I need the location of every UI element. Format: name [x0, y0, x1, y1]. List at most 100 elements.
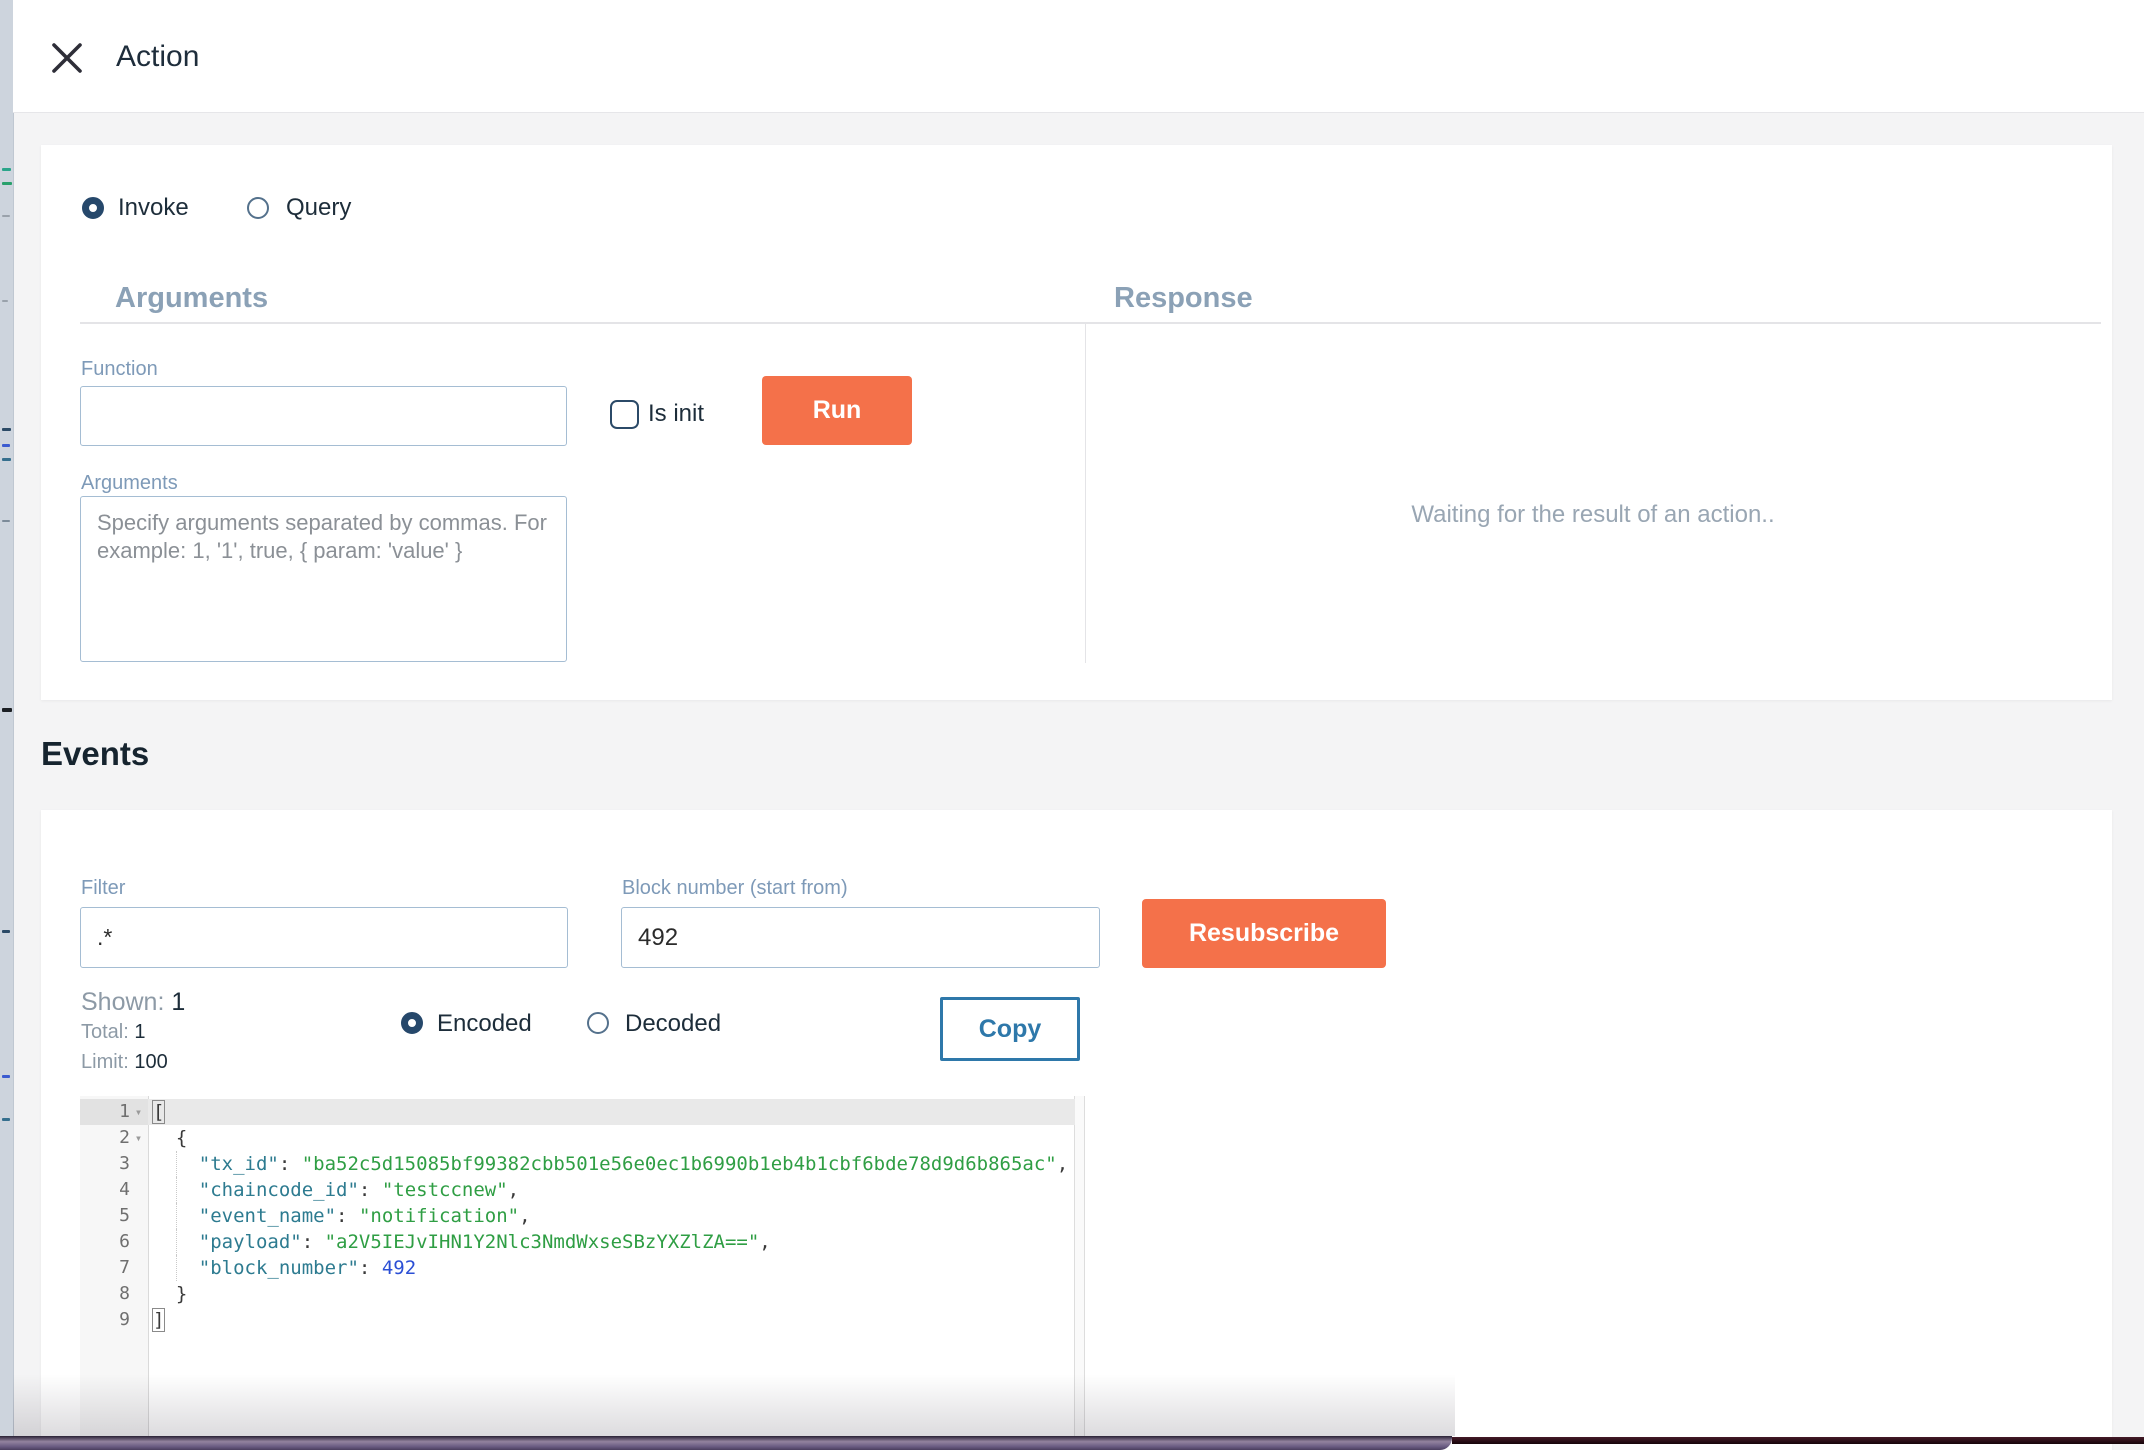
code-line[interactable]: 8 } [80, 1281, 1075, 1307]
code-line[interactable]: 9] [80, 1307, 1075, 1333]
line-number: 7 [119, 1257, 130, 1278]
events-code-editor[interactable]: 1 ▾[2 ▾ {3 "tx_id": "ba52c5d15085bf99382cb… [80, 1096, 1085, 1438]
code-token: "a2V5IEJvIHN1Y2Nlc3NmdWxseSBzYXZlZA==" [324, 1231, 760, 1253]
drawer-header [13, 0, 2144, 113]
indent-guide [176, 1255, 177, 1281]
line-number-cell: 8 [80, 1281, 148, 1307]
line-number-cell: 4 [80, 1177, 148, 1203]
line-number: 2 [119, 1127, 130, 1148]
filter-input[interactable] [80, 907, 568, 968]
underlying-fragment [2, 182, 12, 185]
decoded-radio-label[interactable]: Decoded [625, 1010, 721, 1038]
underlying-fragment [2, 428, 11, 431]
copy-button[interactable]: Copy [940, 997, 1080, 1061]
code-token: : [278, 1153, 302, 1175]
code-token: "payload" [198, 1231, 302, 1253]
code-line[interactable]: 5 "event_name": "notification", [80, 1203, 1075, 1229]
limit-stat: Limit: 100 [81, 1051, 168, 1074]
code-token: "tx_id" [198, 1153, 279, 1175]
total-label: Total: [81, 1021, 129, 1043]
query-radio-label[interactable]: Query [286, 194, 351, 222]
line-number: 9 [119, 1309, 130, 1330]
code-token: "testccnew" [381, 1179, 508, 1201]
line-number: 6 [119, 1231, 130, 1252]
shown-stat: Shown: 1 [81, 988, 185, 1017]
arguments-section-title: Arguments [115, 282, 269, 314]
page-title: Action [116, 40, 200, 73]
action-drawer: Action Invoke Query Arguments Response F… [0, 0, 2144, 1450]
line-number: 5 [119, 1205, 130, 1226]
code-token: : [336, 1205, 359, 1227]
is-init-checkbox[interactable] [610, 400, 639, 429]
code-line[interactable]: 4 "chaincode_id": "testccnew", [80, 1177, 1075, 1203]
code-token: : [358, 1257, 382, 1279]
code-editor-lines: 1 ▾[2 ▾ {3 "tx_id": "ba52c5d15085bf99382cb… [80, 1099, 1075, 1333]
code-token: "ba52c5d15085bf99382cbb501e56e0ec1b6990b… [301, 1153, 1057, 1175]
code-line[interactable]: 6 "payload": "a2V5IEJvIHN1Y2Nlc3NmdWxseS… [80, 1229, 1075, 1255]
invoke-radio-label[interactable]: Invoke [118, 194, 189, 222]
arguments-label: Arguments [81, 472, 178, 494]
encoded-radio[interactable] [401, 1012, 423, 1034]
code-token: , [1056, 1153, 1069, 1175]
code-line[interactable]: 2 ▾ { [80, 1125, 1075, 1151]
arguments-textarea[interactable] [80, 496, 567, 662]
resubscribe-button[interactable]: Resubscribe [1142, 899, 1386, 968]
code-token: , [519, 1205, 531, 1227]
fold-arrow-icon[interactable]: ▾ [130, 1125, 147, 1151]
line-number-cell: 2 ▾ [80, 1125, 148, 1151]
response-waiting-text: Waiting for the result of an action.. [1411, 501, 1775, 528]
code-token: "chaincode_id" [198, 1179, 359, 1201]
underlying-fragment [2, 930, 10, 933]
close-icon[interactable] [48, 39, 86, 77]
window-bottom-edge [1452, 1437, 2144, 1444]
block-number-input[interactable] [621, 907, 1100, 968]
code-line-content: "tx_id": "ba52c5d15085bf99382cbb501e56e0… [148, 1151, 1068, 1177]
code-line-content: { [148, 1125, 187, 1151]
code-line-content: [ [148, 1099, 166, 1125]
underlying-fragment [2, 300, 8, 302]
code-token: 492 [381, 1257, 417, 1279]
indent-guide [176, 1151, 177, 1177]
invoke-radio[interactable] [82, 197, 104, 219]
decoded-radio[interactable] [587, 1012, 609, 1034]
response-section-title: Response [1114, 282, 1253, 314]
block-number-label: Block number (start from) [622, 877, 848, 899]
code-token: , [507, 1179, 520, 1201]
function-input[interactable] [80, 386, 567, 446]
editor-scrollbar[interactable] [1074, 1096, 1085, 1438]
line-number-cell: 6 [80, 1229, 148, 1255]
underlying-fragment [2, 168, 11, 171]
code-token: "block_number" [198, 1257, 359, 1279]
code-token: , [759, 1231, 771, 1253]
line-number-cell: 5 [80, 1203, 148, 1229]
underlying-fragment [2, 1075, 10, 1078]
total-stat: Total: 1 [81, 1021, 146, 1044]
code-token: [ [151, 1100, 166, 1124]
events-section-title: Events [41, 735, 150, 772]
code-line[interactable]: 3 "tx_id": "ba52c5d15085bf99382cbb501e56… [80, 1151, 1075, 1177]
filter-label: Filter [81, 877, 126, 899]
underlying-fragment [2, 458, 11, 461]
line-number: 3 [119, 1153, 130, 1174]
code-line-content: "event_name": "notification", [148, 1203, 531, 1229]
line-number-cell: 1 ▾ [80, 1099, 148, 1125]
fold-arrow-icon[interactable]: ▾ [130, 1099, 147, 1125]
code-line[interactable]: 1 ▾[ [80, 1099, 1075, 1125]
is-init-label[interactable]: Is init [648, 400, 704, 428]
indent-guide [176, 1177, 177, 1203]
window-bottom-bar [0, 1436, 1452, 1450]
limit-label: Limit: [81, 1051, 129, 1073]
code-token: : [358, 1179, 382, 1201]
code-line[interactable]: 7 "block_number": 492 [80, 1255, 1075, 1281]
code-line-content: } [148, 1281, 187, 1307]
query-radio[interactable] [247, 197, 269, 219]
code-token: "event_name" [198, 1205, 337, 1227]
encoded-radio-label[interactable]: Encoded [437, 1010, 532, 1038]
underlying-fragment [2, 444, 10, 447]
code-token: : [301, 1231, 325, 1253]
code-line-content: "chaincode_id": "testccnew", [148, 1177, 519, 1203]
line-number: 4 [119, 1179, 130, 1200]
line-number: 8 [119, 1283, 130, 1304]
limit-value: 100 [134, 1051, 168, 1073]
run-button[interactable]: Run [762, 376, 912, 445]
